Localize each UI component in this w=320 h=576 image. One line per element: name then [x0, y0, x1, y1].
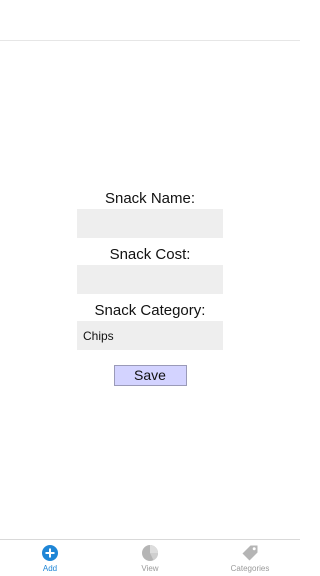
tab-add-label: Add [42, 564, 58, 573]
snack-cost-label: Snack Cost: [109, 246, 191, 263]
tab-view-label: View [141, 564, 159, 573]
tag-icon [242, 545, 258, 561]
tab-add[interactable]: Add [0, 540, 100, 576]
pie-chart-icon [142, 545, 158, 561]
tab-categories[interactable]: Categories [200, 540, 300, 576]
snack-category-label: Snack Category: [94, 302, 206, 319]
add-snack-form: Snack Name: Snack Cost: Snack Category: … [0, 189, 300, 386]
top-app-bar [0, 0, 300, 41]
tab-categories-label: Categories [230, 564, 270, 573]
snack-name-input[interactable] [77, 209, 223, 238]
bottom-tab-bar: Add View Categories [0, 539, 300, 576]
snack-name-label: Snack Name: [104, 190, 196, 207]
tab-view[interactable]: View [100, 540, 200, 576]
add-circle-icon [42, 545, 58, 561]
save-button[interactable]: Save [113, 365, 187, 386]
snack-cost-input[interactable] [77, 265, 223, 294]
snack-category-input[interactable] [77, 321, 223, 350]
